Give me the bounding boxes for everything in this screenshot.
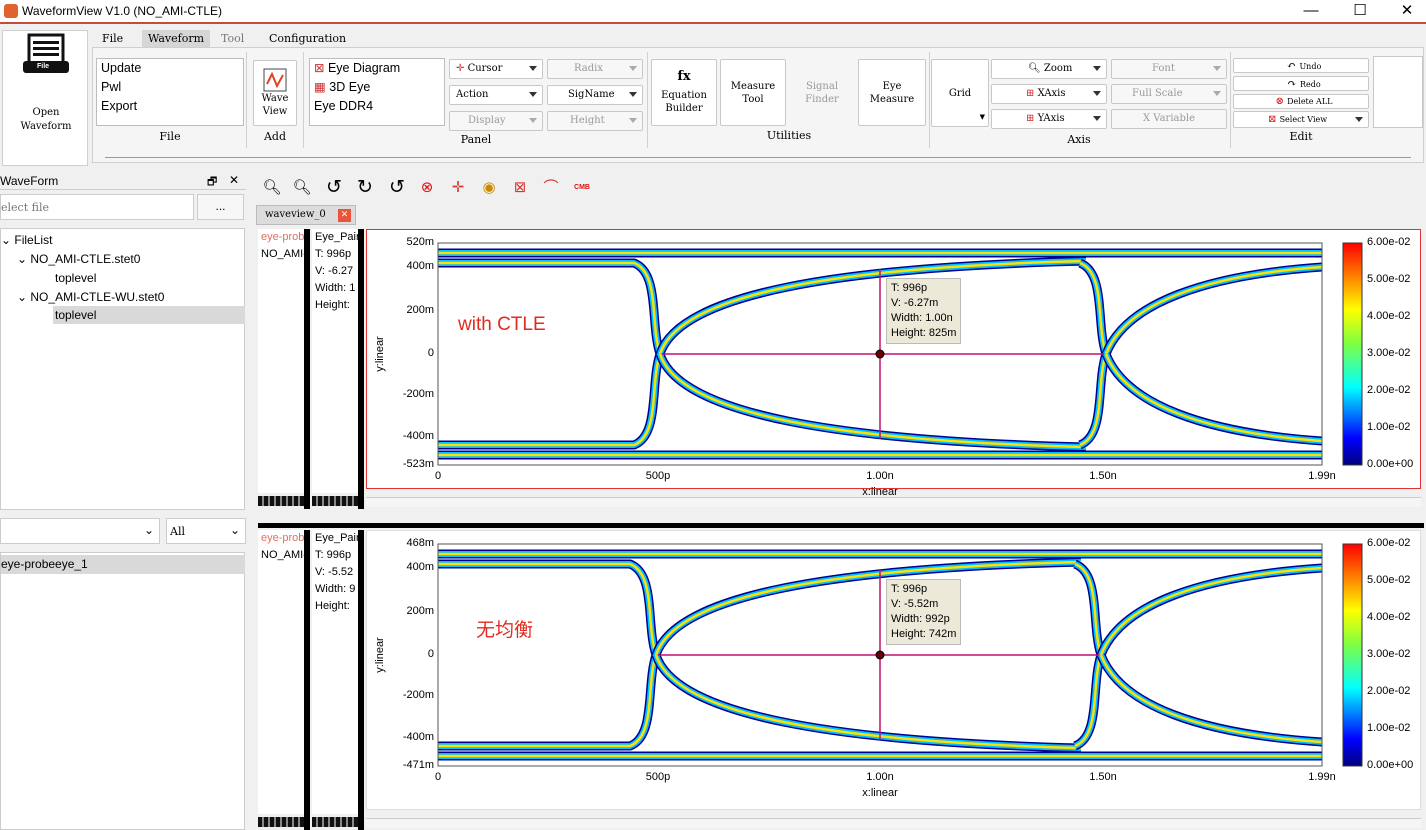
y-axis-label: y:linear [374, 637, 386, 673]
eye-rise-edge-left [438, 654, 658, 748]
eye-fall-edge-left [438, 561, 659, 656]
plot-splitter[interactable] [258, 523, 1424, 528]
y-tick-label: 468m [406, 537, 434, 549]
x-tick-label: 1.00n [866, 771, 894, 783]
y-tick-label: -471m [402, 759, 434, 771]
colorbar-label: 1.00e-02 [1367, 722, 1411, 734]
colorbar-label: 5.00e-02 [1367, 574, 1411, 586]
y-tick-label: 0 [427, 648, 434, 660]
y-tick-label: -400m [402, 731, 434, 743]
horizontal-scrollbar[interactable] [366, 818, 1421, 828]
cursor-tooltip: T: 996p V: -5.52m Width: 992p Height: 742m [886, 579, 962, 645]
x-tick-label: 0 [434, 771, 442, 783]
x-tick-label: 1.50n [1089, 771, 1117, 783]
plot-annotation: 无均衡 [476, 620, 534, 641]
y-tick-label: -200m [402, 689, 434, 701]
colorbar-label: 6.00e-02 [1367, 537, 1411, 549]
eye-rise-edge-left [438, 654, 659, 749]
x-axis-label: x:linear [862, 787, 898, 799]
colorbar [1342, 543, 1363, 767]
eye-fall-edge-left [438, 562, 658, 656]
y-tick-label: 200m [406, 605, 434, 617]
tooltip-line: Height: 742m [891, 628, 957, 640]
eye-fall-edge-left [438, 559, 661, 657]
colorbar-label: 4.00e-02 [1367, 611, 1411, 623]
eye-rise-edge-left [438, 653, 661, 751]
tooltip-line: V: -5.52m [891, 598, 939, 610]
colorbar-label: 2.00e-02 [1367, 685, 1411, 697]
colorbar-label: 3.00e-02 [1367, 648, 1411, 660]
tooltip-line: T: 996p [891, 583, 928, 595]
colorbar-label: 0.00e+00 [1367, 759, 1414, 771]
x-tick-label: 1.99n [1308, 771, 1336, 783]
x-tick-label: 500p [645, 771, 671, 783]
eye-diagram-svg[interactable] [0, 0, 1426, 830]
y-tick-label: 400m [406, 561, 434, 573]
tooltip-line: Width: 992p [891, 613, 950, 625]
cursor-point[interactable] [875, 650, 885, 660]
